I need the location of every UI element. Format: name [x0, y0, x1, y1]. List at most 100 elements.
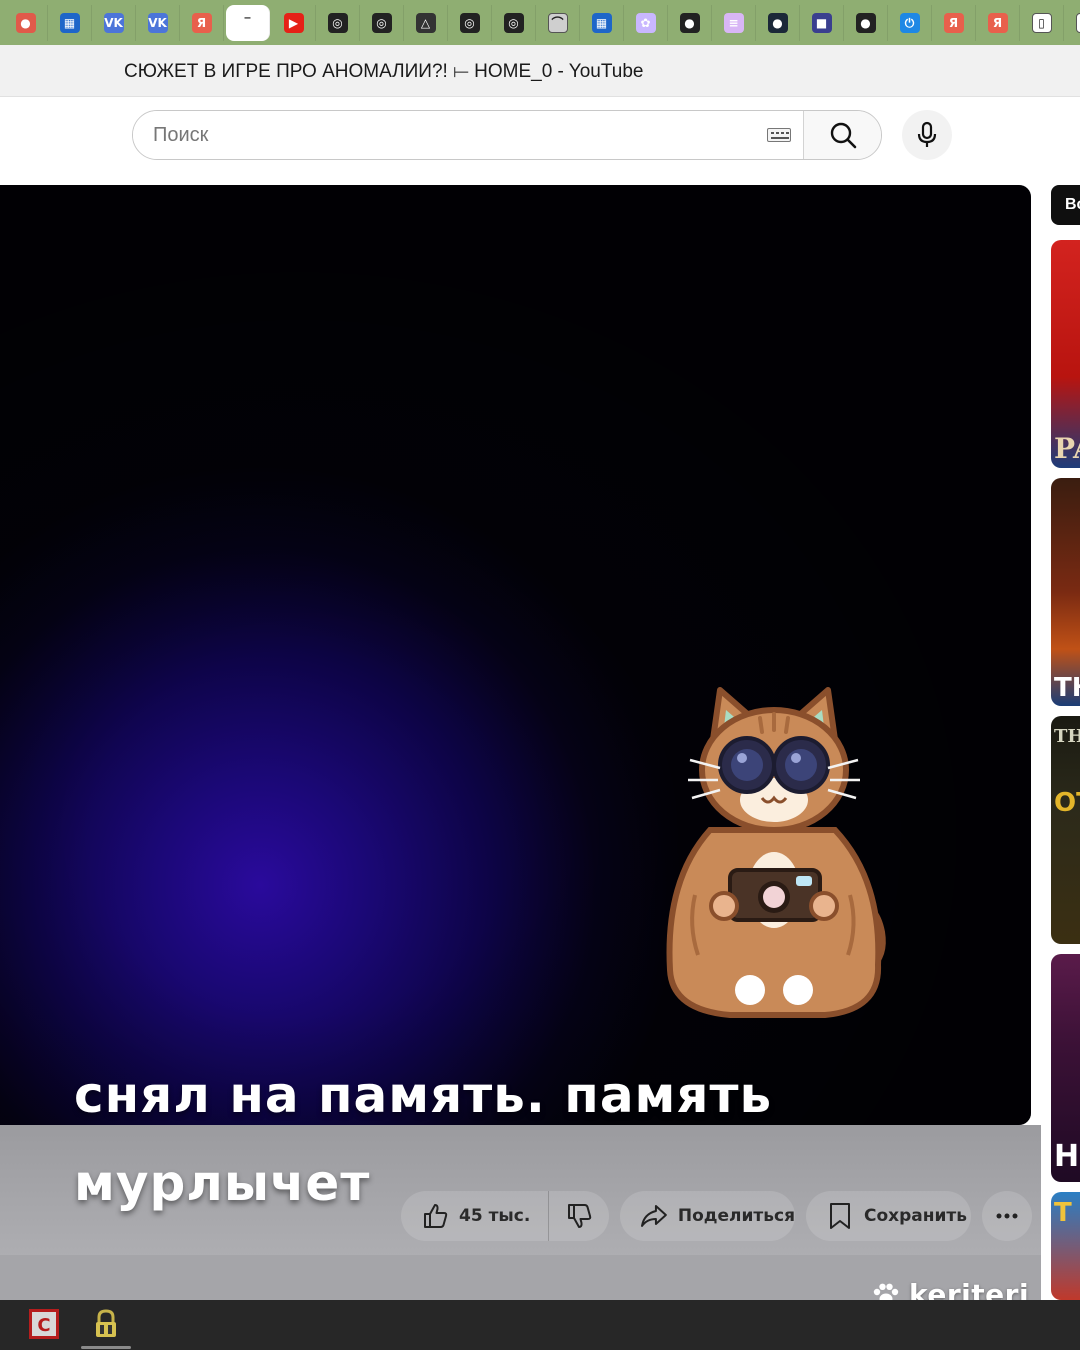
thumbnail-text: H [1054, 1139, 1080, 1174]
browser-tab[interactable]: ✿ [624, 4, 668, 41]
browser-tab[interactable]: ‾ [226, 4, 270, 41]
browser-tab[interactable]: ● [756, 4, 800, 41]
vk-icon: VK [147, 12, 168, 33]
keyboard-icon[interactable] [767, 128, 791, 142]
browser-tab[interactable]: Я [976, 4, 1020, 41]
dislike-button[interactable] [549, 1191, 609, 1241]
related-thumbnail[interactable]: THE OT [1051, 716, 1080, 944]
browser-tab[interactable]: ⏻ [888, 4, 932, 41]
browser-tab[interactable]: Я [180, 4, 224, 41]
browser-tab[interactable]: ▦ [580, 4, 624, 41]
window-title-bar: СЮЖЕТ В ИГРЕ ПРО АНОМАЛИИ?! ⟝ HOME_0 - Y… [0, 45, 1080, 97]
cat-icon: ● [679, 12, 700, 33]
browser-tab[interactable]: ▯ [1020, 4, 1064, 41]
browser-tab[interactable]: △ [404, 4, 448, 41]
steam-icon: ● [767, 12, 788, 33]
browser-tab[interactable]: + [1064, 5, 1080, 41]
lock-app-icon [96, 1309, 116, 1337]
search-button[interactable] [803, 111, 881, 159]
thumbnail-text: THE [1054, 726, 1080, 747]
svg-text:C: C [37, 1315, 50, 1336]
browser-tab-strip: ● ▦ VK VK Я ‾ ▶ ◎ ◎ △ ◎ ◎ ⌒ ▦ ✿ ● ≡ ● ■ ● ⏻ Я Я ▯ + [0, 0, 1080, 45]
github-icon: ◎ [459, 12, 480, 33]
yandex-icon: Я [987, 12, 1008, 33]
browser-tab[interactable]: ▦ [48, 4, 92, 41]
yandex-icon: Я [191, 12, 212, 33]
red-avatar-icon: ● [15, 12, 36, 33]
thumbnail-text: OT [1054, 788, 1080, 818]
save-button[interactable]: Сохранить [806, 1191, 971, 1241]
notes-icon: ≡ [723, 12, 744, 33]
red-app-icon: C [29, 1309, 59, 1339]
taskbar-app[interactable] [90, 1308, 122, 1340]
more-actions-button[interactable] [982, 1191, 1032, 1241]
browser-tab[interactable]: ● [668, 4, 712, 41]
more-horizontal-icon [996, 1213, 1018, 1219]
like-button[interactable]: 45 тыс. [401, 1191, 550, 1241]
active-app-indicator [81, 1346, 131, 1349]
thumbnail-text: TH [1054, 673, 1080, 703]
blank-page-icon: ‾ [244, 15, 251, 30]
search-input[interactable] [133, 111, 803, 159]
caption-line-2: мурлычет [74, 1154, 371, 1212]
cat-icon: ● [855, 12, 876, 33]
related-thumbnail[interactable]: H [1051, 954, 1080, 1182]
related-videos-column: Вс PA TH THE OT H T [1041, 185, 1080, 1300]
browser-tab[interactable]: ◎ [360, 4, 404, 41]
browser-tab[interactable]: ■ [800, 4, 844, 41]
os-taskbar: C [0, 1300, 1080, 1350]
video-actions-area: 45 тыс. Поделиться Сохранить [0, 1125, 1045, 1300]
windows-store-icon: ▦ [59, 12, 80, 33]
share-button[interactable]: Поделиться [620, 1191, 795, 1241]
windows-store-icon: ▦ [591, 12, 612, 33]
browser-tab[interactable]: ⌒ [536, 4, 580, 41]
browser-tab[interactable]: Я [932, 4, 976, 41]
search-box [132, 110, 882, 160]
search-icon [830, 122, 856, 149]
bookmark-icon [830, 1203, 850, 1229]
browser-tab[interactable]: ● [4, 4, 48, 41]
screen: ● ▦ VK VK Я ‾ ▶ ◎ ◎ △ ◎ ◎ ⌒ ▦ ✿ ● ≡ ● ■ ● ⏻ Я Я ▯ + СЮЖЕТ В ИГРЕ… [0, 0, 1080, 1350]
share-label: Поделиться [677, 1206, 795, 1226]
cloud-drive-icon: ⌒ [547, 12, 568, 33]
new-tab-icon: + [1075, 12, 1080, 33]
share-icon [640, 1205, 667, 1227]
related-thumbnail[interactable]: TH [1051, 478, 1080, 706]
voice-search-button[interactable] [902, 110, 952, 160]
browser-tab[interactable]: ▶ [272, 4, 316, 41]
github-icon: ◎ [327, 12, 348, 33]
window-title: СЮЖЕТ В ИГРЕ ПРО АНОМАЛИИ?! ⟝ HOME_0 - Y… [124, 61, 644, 82]
filter-chip-all[interactable]: Вс [1051, 185, 1080, 225]
related-thumbnail[interactable]: T [1051, 1192, 1080, 1300]
taskbar-app[interactable]: C [28, 1308, 60, 1340]
pixel-art-icon: ✿ [635, 12, 656, 33]
yandex-icon: Я [943, 12, 964, 33]
like-dislike-group: 45 тыс. [401, 1191, 609, 1241]
browser-tab[interactable]: ≡ [712, 4, 756, 41]
document-icon: ▯ [1031, 12, 1052, 33]
power-icon: ⏻ [899, 12, 920, 33]
thumbnail-text: T [1054, 1198, 1072, 1228]
like-count: 45 тыс. [459, 1206, 531, 1226]
thumbs-up-icon [424, 1204, 448, 1228]
video-player[interactable] [0, 185, 1031, 1125]
browser-tab[interactable]: ◎ [316, 4, 360, 41]
browser-tab[interactable]: ● [844, 4, 888, 41]
microphone-icon [917, 121, 937, 147]
game-icon: ■ [811, 12, 832, 33]
browser-tab[interactable]: VK [136, 4, 180, 41]
browser-tab[interactable]: ◎ [492, 4, 536, 41]
github-icon: ◎ [371, 12, 392, 33]
save-label: Сохранить [864, 1206, 968, 1226]
thumbs-down-icon [568, 1204, 592, 1228]
cat-with-camera-illustration [666, 687, 886, 1018]
browser-tab[interactable]: VK [92, 4, 136, 41]
caption-line-1: снял на память. память [74, 1066, 773, 1124]
github-icon: ◎ [503, 12, 524, 33]
thumbnail-text: PA [1054, 432, 1080, 465]
vk-icon: VK [103, 12, 124, 33]
browser-tab[interactable]: ◎ [448, 4, 492, 41]
alice-icon: △ [415, 12, 436, 33]
related-thumbnail[interactable]: PA [1051, 240, 1080, 468]
youtube-top-bar [0, 100, 1080, 185]
